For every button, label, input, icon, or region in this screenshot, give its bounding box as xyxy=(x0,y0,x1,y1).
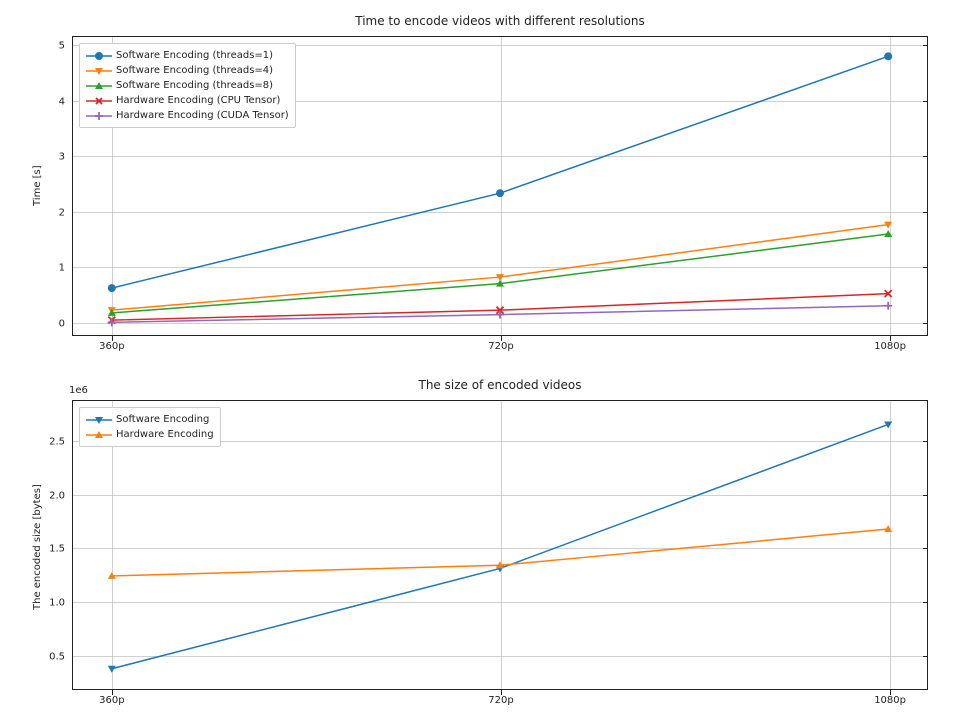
legend-item-cuda: Hardware Encoding (CUDA Tensor) xyxy=(86,108,289,123)
legend-item-sw: Software Encoding xyxy=(86,412,214,427)
legend-label: Hardware Encoding xyxy=(116,427,214,442)
top-ytick-1: 1 xyxy=(59,263,73,274)
tri-down-icon xyxy=(86,64,112,78)
axes-top: Time to encode videos with different res… xyxy=(72,36,928,336)
legend-label: Hardware Encoding (CUDA Tensor) xyxy=(116,108,289,123)
top-ytick-0: 0 xyxy=(59,318,73,329)
bot-ytick-0: 0.5 xyxy=(49,651,73,662)
top-legend: Software Encoding (threads=1) Software E… xyxy=(79,43,296,128)
legend-item-cpu: Hardware Encoding (CPU Tensor) xyxy=(86,93,289,108)
bottom-plot-area: 0.5 1.0 1.5 2.0 2.5 1e6 360p 720p 1080p xyxy=(72,400,928,690)
top-chart-title: Time to encode videos with different res… xyxy=(72,14,928,28)
plus-icon xyxy=(86,109,112,123)
legend-item-sw8: Software Encoding (threads=8) xyxy=(86,78,289,93)
bot-xtick-2: 1080p xyxy=(874,689,906,706)
legend-label: Software Encoding (threads=4) xyxy=(116,63,273,78)
legend-item-sw4: Software Encoding (threads=4) xyxy=(86,63,289,78)
bot-ytick-3: 2.0 xyxy=(49,490,73,501)
top-xtick-1: 720p xyxy=(488,335,513,352)
legend-label: Software Encoding (threads=1) xyxy=(116,48,273,63)
top-plot-area: 0 1 2 3 4 5 360p 720p 1080p xyxy=(72,36,928,336)
top-ylabel: Time [s] xyxy=(32,165,43,206)
legend-item-hw: Hardware Encoding xyxy=(86,427,214,442)
tri-up-icon xyxy=(86,79,112,93)
axes-bottom: The size of encoded videos 0.5 1.0 1.5 2… xyxy=(72,400,928,690)
top-ytick-2: 2 xyxy=(59,207,73,218)
legend-label: Hardware Encoding (CPU Tensor) xyxy=(116,93,280,108)
top-xtick-2: 1080p xyxy=(874,335,906,352)
legend-item-sw1: Software Encoding (threads=1) xyxy=(86,48,289,63)
top-ytick-4: 4 xyxy=(59,96,73,107)
x-icon xyxy=(86,94,112,108)
bottom-chart-title: The size of encoded videos xyxy=(72,378,928,392)
circle-icon xyxy=(86,49,112,63)
bot-ytick-2: 1.5 xyxy=(49,544,73,555)
legend-label: Software Encoding xyxy=(116,412,209,427)
bottom-legend: Software Encoding Hardware Encoding xyxy=(79,407,221,447)
top-xtick-0: 360p xyxy=(99,335,124,352)
bottom-ylabel: The encoded size [bytes] xyxy=(32,484,43,610)
top-ytick-5: 5 xyxy=(59,41,73,52)
bot-ytick-1: 1.0 xyxy=(49,598,73,609)
bot-xtick-1: 720p xyxy=(488,689,513,706)
bot-xtick-0: 360p xyxy=(99,689,124,706)
bot-ytick-4: 2.5 xyxy=(49,436,73,447)
figure: Time to encode videos with different res… xyxy=(0,0,960,720)
tri-down-icon xyxy=(86,413,112,427)
y-offset-text: 1e6 xyxy=(69,385,88,396)
tri-up-icon xyxy=(86,428,112,442)
legend-label: Software Encoding (threads=8) xyxy=(116,78,273,93)
top-ytick-3: 3 xyxy=(59,152,73,163)
